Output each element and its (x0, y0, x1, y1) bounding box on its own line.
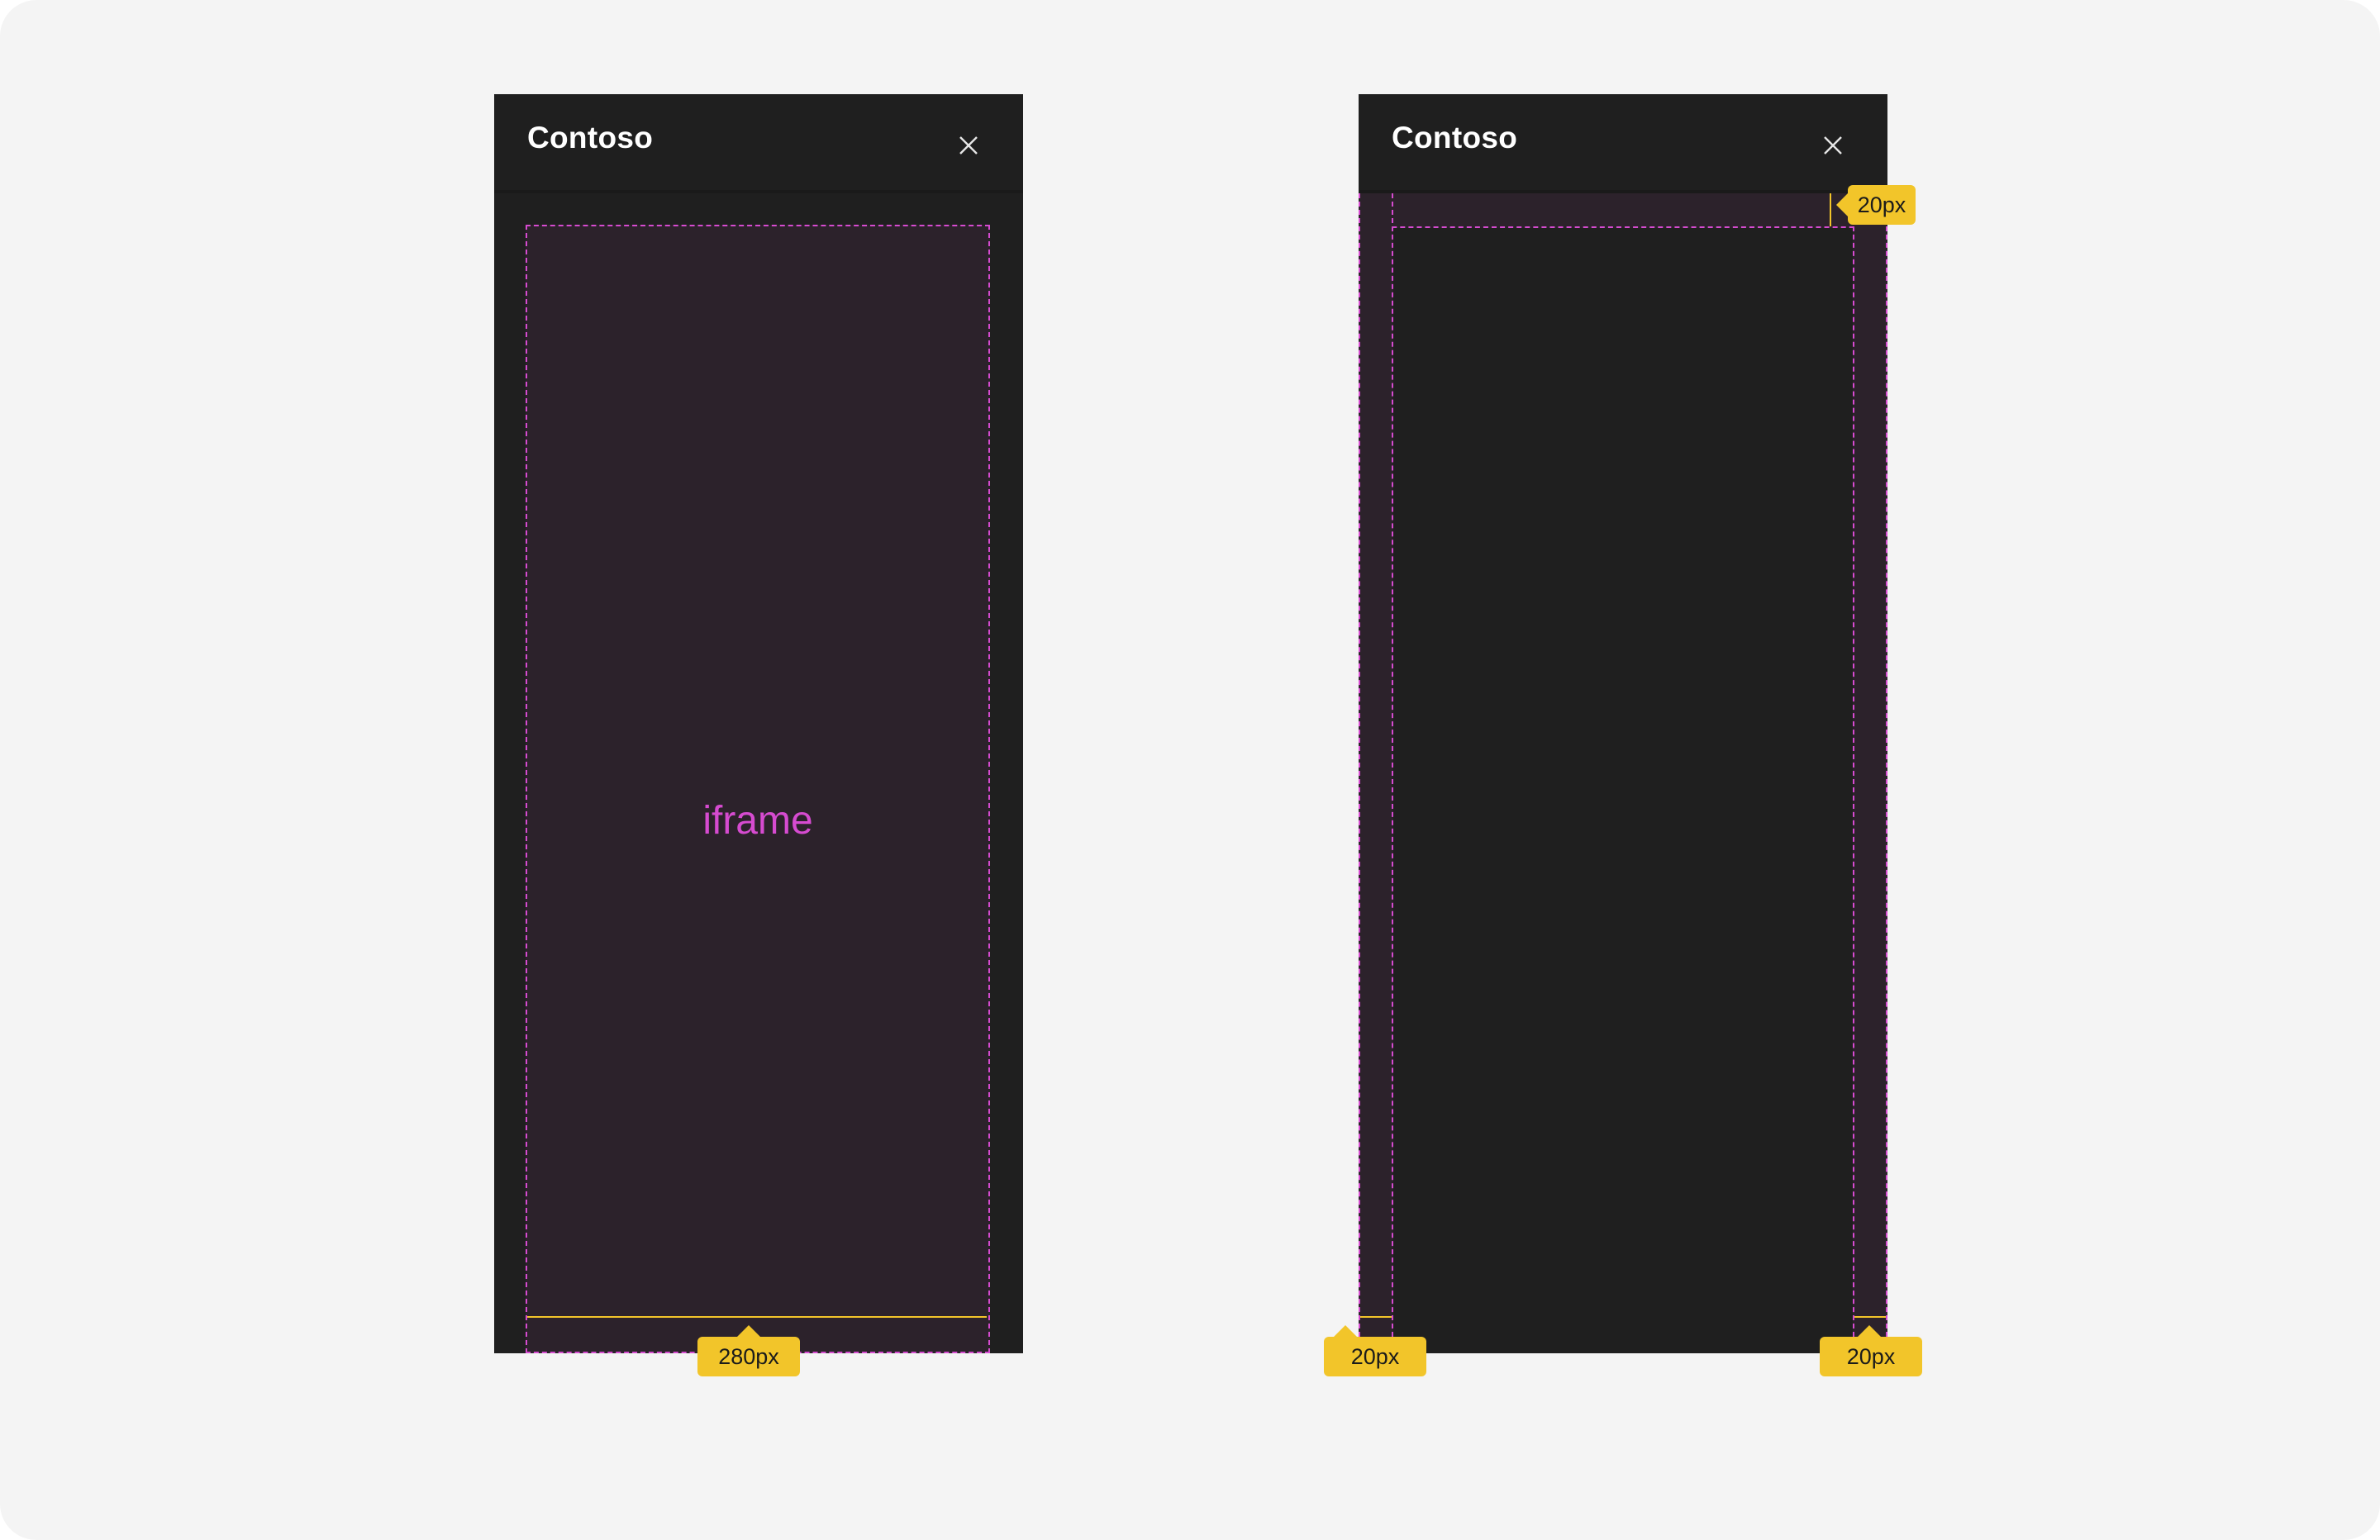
right-padding-badge: 20px (1820, 1325, 1922, 1376)
top-padding-marker (1830, 193, 1831, 226)
diagram-canvas: Contoso iframe Contoso 280px 20px 20px 2… (0, 0, 2380, 1540)
panel-header: Contoso (494, 94, 1023, 193)
iframe-region: iframe (526, 225, 990, 1353)
close-icon[interactable] (1818, 131, 1848, 160)
left-padding-badge: 20px (1324, 1325, 1426, 1376)
panel-iframe-width: Contoso iframe (494, 94, 1023, 1353)
panel-header: Contoso (1359, 94, 1887, 193)
right-padding-marker (1854, 1316, 1886, 1318)
top-padding-region (1359, 193, 1887, 228)
right-padding-region (1853, 193, 1887, 1353)
close-icon[interactable] (954, 131, 983, 160)
panel-title: Contoso (527, 121, 654, 154)
width-measure-line (527, 1316, 987, 1318)
left-padding-region (1359, 193, 1393, 1353)
panel-title: Contoso (1392, 121, 1518, 154)
top-padding-badge: 20px (1836, 185, 1916, 225)
panel-padding: Contoso (1359, 94, 1887, 1353)
iframe-label: iframe (702, 799, 813, 843)
width-badge: 280px (697, 1325, 800, 1376)
left-padding-marker (1360, 1316, 1392, 1318)
